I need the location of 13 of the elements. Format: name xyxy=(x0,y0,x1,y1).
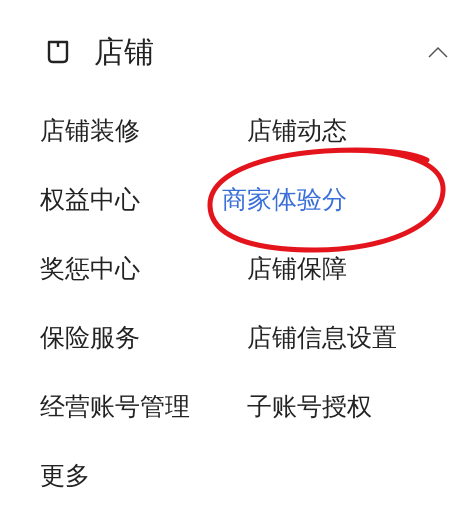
menu-link[interactable]: 店铺保障 xyxy=(247,250,347,288)
section-title: 店铺 xyxy=(94,34,154,72)
menu-link[interactable]: 子账号授权 xyxy=(247,388,372,426)
menu-link[interactable]: 奖惩中心 xyxy=(40,250,140,288)
menu-link[interactable]: 商家体验分 xyxy=(222,180,347,218)
menu-link[interactable]: 更多 xyxy=(40,456,90,494)
menu-link[interactable]: 店铺信息设置 xyxy=(247,318,397,356)
chevron-up-icon[interactable] xyxy=(428,46,448,58)
menu-link[interactable]: 店铺装修 xyxy=(40,112,140,150)
menu-link[interactable]: 经营账号管理 xyxy=(40,388,190,426)
menu-link[interactable]: 权益中心 xyxy=(40,180,140,218)
menu-link[interactable]: 保险服务 xyxy=(40,318,140,356)
menu-link[interactable]: 店铺动态 xyxy=(247,112,347,150)
